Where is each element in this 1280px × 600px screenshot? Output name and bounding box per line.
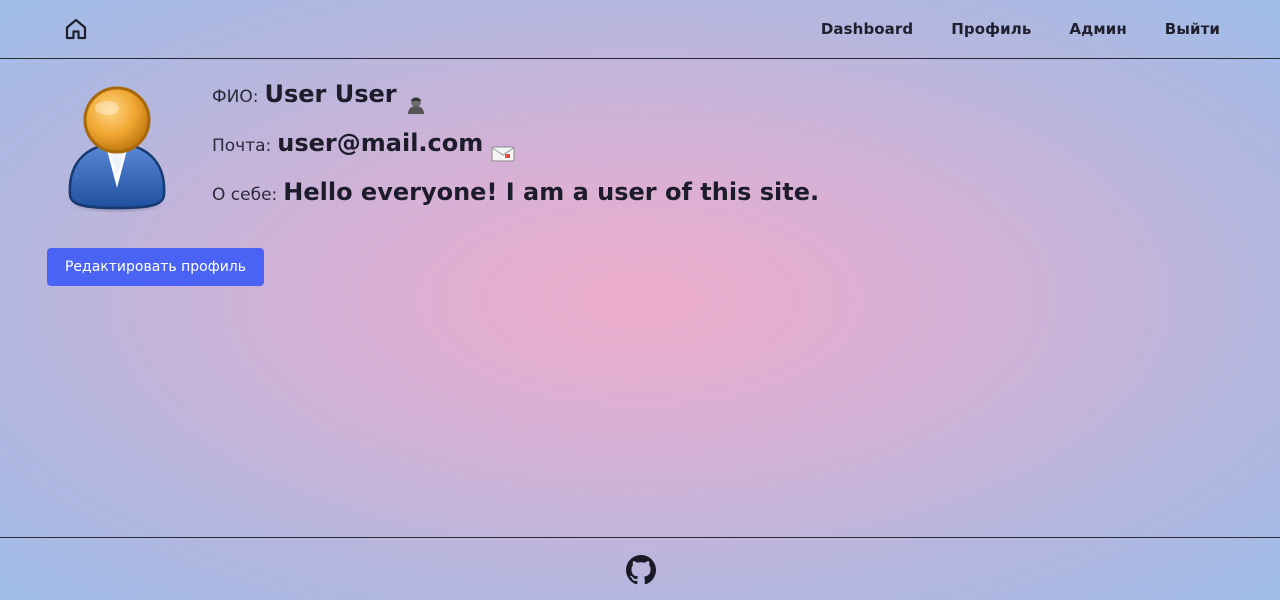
edit-profile-button[interactable]: Редактировать профиль bbox=[47, 248, 264, 286]
name-value: User User bbox=[264, 80, 397, 108]
main-nav: Dashboard Профиль Админ Выйти bbox=[821, 0, 1220, 58]
nav-dashboard[interactable]: Dashboard bbox=[821, 20, 913, 38]
home-icon bbox=[65, 18, 87, 40]
github-link[interactable] bbox=[626, 555, 656, 585]
github-icon bbox=[626, 555, 656, 585]
person-emoji-icon bbox=[405, 94, 427, 116]
email-value: user@mail.com bbox=[277, 129, 484, 157]
profile-fields: ФИО: User User Почта: user@mail.com О се… bbox=[212, 80, 819, 227]
nav-logout[interactable]: Выйти bbox=[1165, 20, 1220, 38]
profile-card: ФИО: User User Почта: user@mail.com О се… bbox=[62, 80, 1212, 230]
about-label: О себе: bbox=[212, 185, 278, 205]
nav-admin[interactable]: Админ bbox=[1069, 20, 1126, 38]
name-row: ФИО: User User bbox=[212, 80, 819, 129]
top-navbar: Dashboard Профиль Админ Выйти bbox=[0, 0, 1280, 59]
nav-profile[interactable]: Профиль bbox=[951, 20, 1031, 38]
user-avatar-icon bbox=[68, 86, 166, 213]
about-row: О себе: Hello everyone! I am a user of t… bbox=[212, 178, 819, 227]
email-row: Почта: user@mail.com bbox=[212, 129, 819, 178]
home-link[interactable] bbox=[62, 15, 90, 43]
envelope-emoji-icon bbox=[491, 145, 515, 163]
footer bbox=[0, 537, 1280, 600]
name-label: ФИО: bbox=[212, 87, 259, 107]
email-label: Почта: bbox=[212, 136, 272, 156]
avatar bbox=[62, 84, 172, 214]
about-value: Hello everyone! I am a user of this site… bbox=[283, 178, 820, 206]
